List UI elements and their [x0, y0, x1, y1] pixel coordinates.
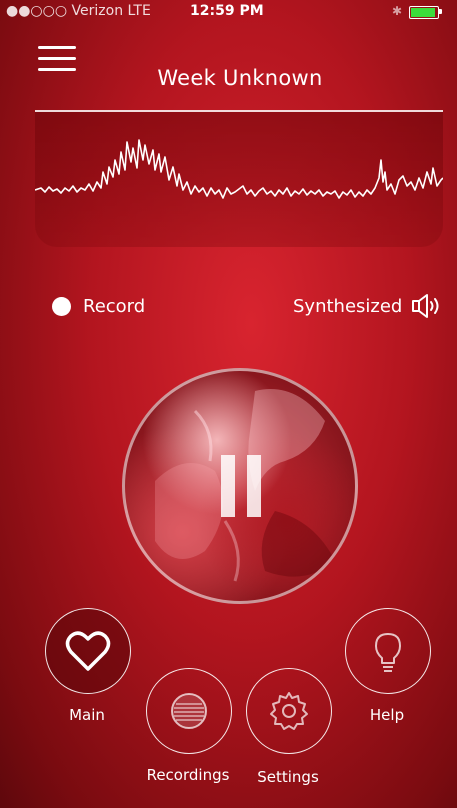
main-label: Main	[69, 706, 105, 724]
help-circle	[345, 608, 431, 694]
pause-icon	[221, 455, 261, 517]
bluetooth-icon: ✱	[392, 4, 403, 18]
heartbeat-waveform	[35, 110, 443, 247]
baby-image-play-button[interactable]	[122, 368, 358, 604]
recordings-icon	[171, 693, 207, 729]
synthesized-label: Synthesized	[293, 295, 403, 317]
recordings-label: Recordings	[146, 766, 230, 784]
menu-icon	[38, 46, 76, 49]
settings-label: Settings	[257, 768, 319, 786]
page-title: Week Unknown	[157, 66, 323, 90]
gear-icon	[270, 692, 308, 730]
record-dot-icon	[52, 296, 71, 316]
settings-circle	[246, 668, 332, 754]
menu-button[interactable]	[38, 46, 78, 76]
carrier-signal: ●●○○○ Verizon LTE	[6, 3, 151, 19]
battery-cap	[439, 9, 442, 14]
record-button[interactable]: Record	[52, 294, 145, 318]
status-time: 12:59 PM	[190, 3, 264, 19]
battery-icon	[409, 6, 439, 19]
waveform-graph	[35, 139, 443, 199]
synthesized-toggle[interactable]: Synthesized	[293, 292, 444, 320]
status-bar: ●●○○○ Verizon LTE 12:59 PM ✱	[0, 0, 457, 22]
recordings-circle	[146, 668, 232, 754]
record-label: Record	[83, 295, 146, 317]
heart-icon	[65, 631, 111, 671]
help-label: Help	[369, 706, 405, 724]
speaker-icon	[412, 294, 439, 318]
lightbulb-icon	[375, 633, 401, 672]
main-circle	[45, 608, 131, 694]
